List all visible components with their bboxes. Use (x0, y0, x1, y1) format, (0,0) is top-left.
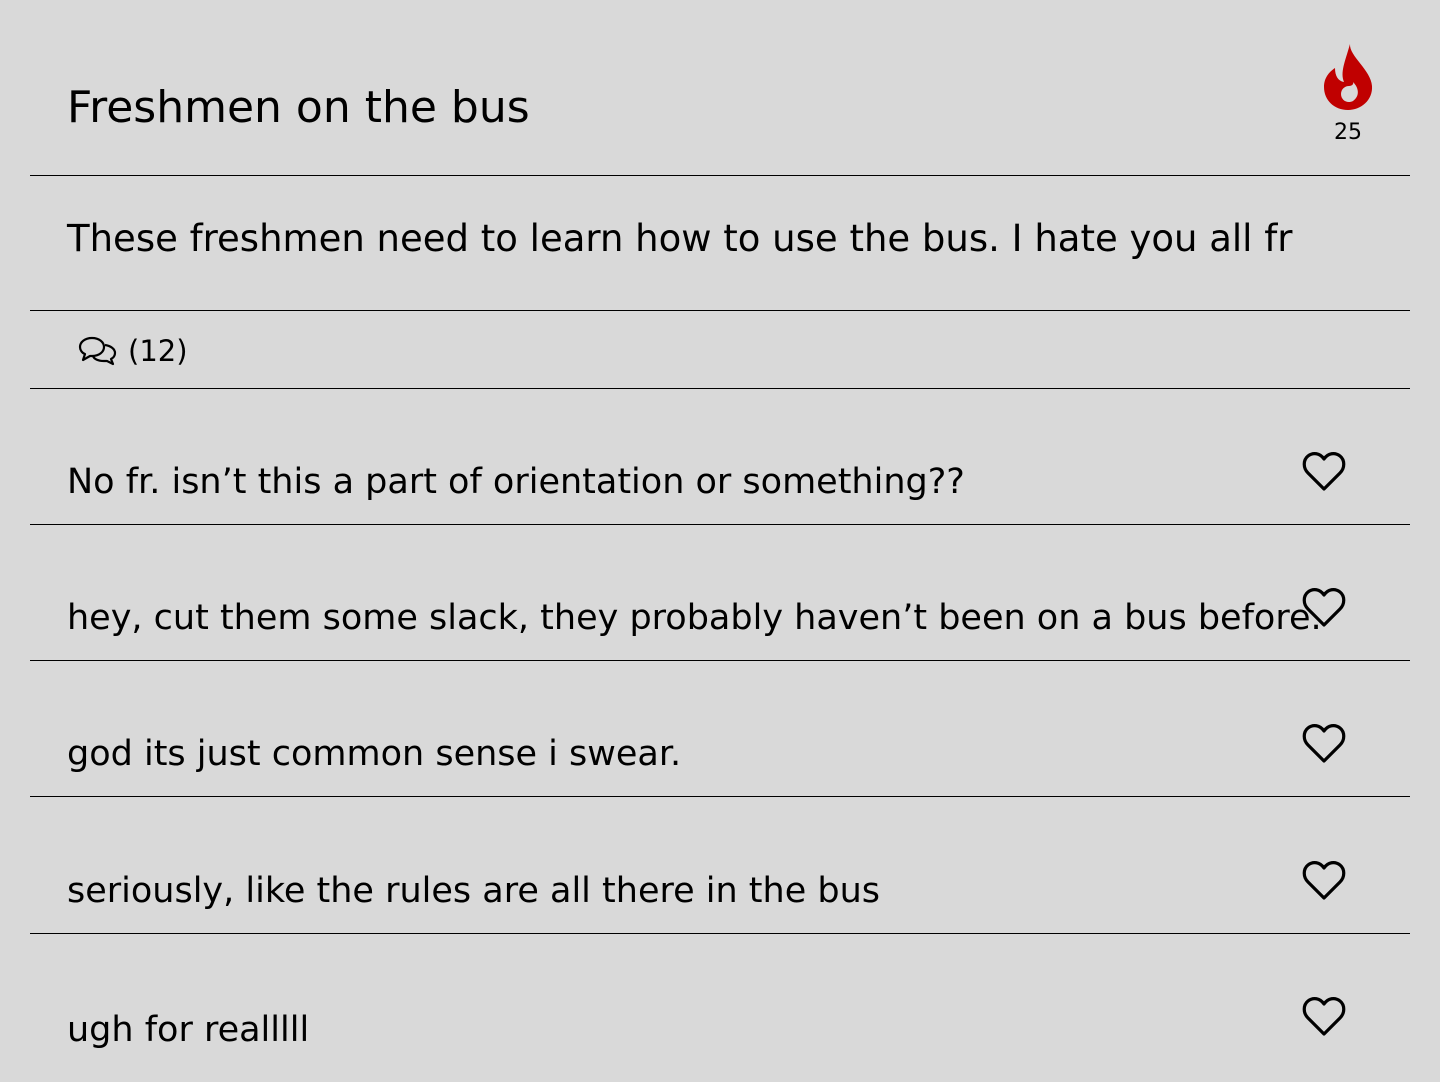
comments-count: (12) (128, 334, 188, 368)
post-body-section: These freshmen need to learn how to use … (30, 176, 1410, 311)
post-header: Freshmen on the bus 25 (30, 0, 1410, 176)
like-button[interactable] (1302, 587, 1346, 629)
comments-toggle[interactable]: (12) (78, 333, 188, 369)
heart-icon (1302, 724, 1346, 763)
like-button[interactable] (1302, 860, 1346, 902)
comment-text: hey, cut them some slack, they probably … (67, 598, 1322, 638)
heat-indicator[interactable]: 25 (1322, 44, 1374, 146)
heart-icon (1302, 861, 1346, 900)
flame-icon (1324, 44, 1373, 110)
comment-item: seriously, like the rules are all there … (30, 798, 1410, 934)
comment-item: hey, cut them some slack, they probably … (30, 525, 1410, 661)
comments-bar: (12) (30, 311, 1410, 389)
heart-icon (1302, 452, 1346, 491)
heart-icon (1302, 588, 1346, 627)
comment-text: god its just common sense i swear. (67, 734, 682, 774)
post-title: Freshmen on the bus (67, 82, 530, 133)
like-button[interactable] (1302, 451, 1346, 493)
comment-text: No fr. isn’t this a part of orientation … (67, 462, 965, 502)
like-button[interactable] (1302, 996, 1346, 1038)
heart-icon (1302, 997, 1346, 1036)
comment-item: No fr. isn’t this a part of orientation … (30, 389, 1410, 525)
post-body: These freshmen need to learn how to use … (67, 217, 1293, 260)
comment-text: ugh for realllll (67, 1010, 310, 1050)
comment-item: god its just common sense i swear. (30, 661, 1410, 797)
comment-item: ugh for realllll (30, 934, 1410, 1082)
like-button[interactable] (1302, 723, 1346, 765)
post-detail-page: Freshmen on the bus 25 These freshmen ne… (0, 0, 1440, 1082)
comments-icon (78, 336, 117, 366)
heat-count: 25 (1334, 120, 1362, 145)
comment-text: seriously, like the rules are all there … (67, 871, 880, 911)
